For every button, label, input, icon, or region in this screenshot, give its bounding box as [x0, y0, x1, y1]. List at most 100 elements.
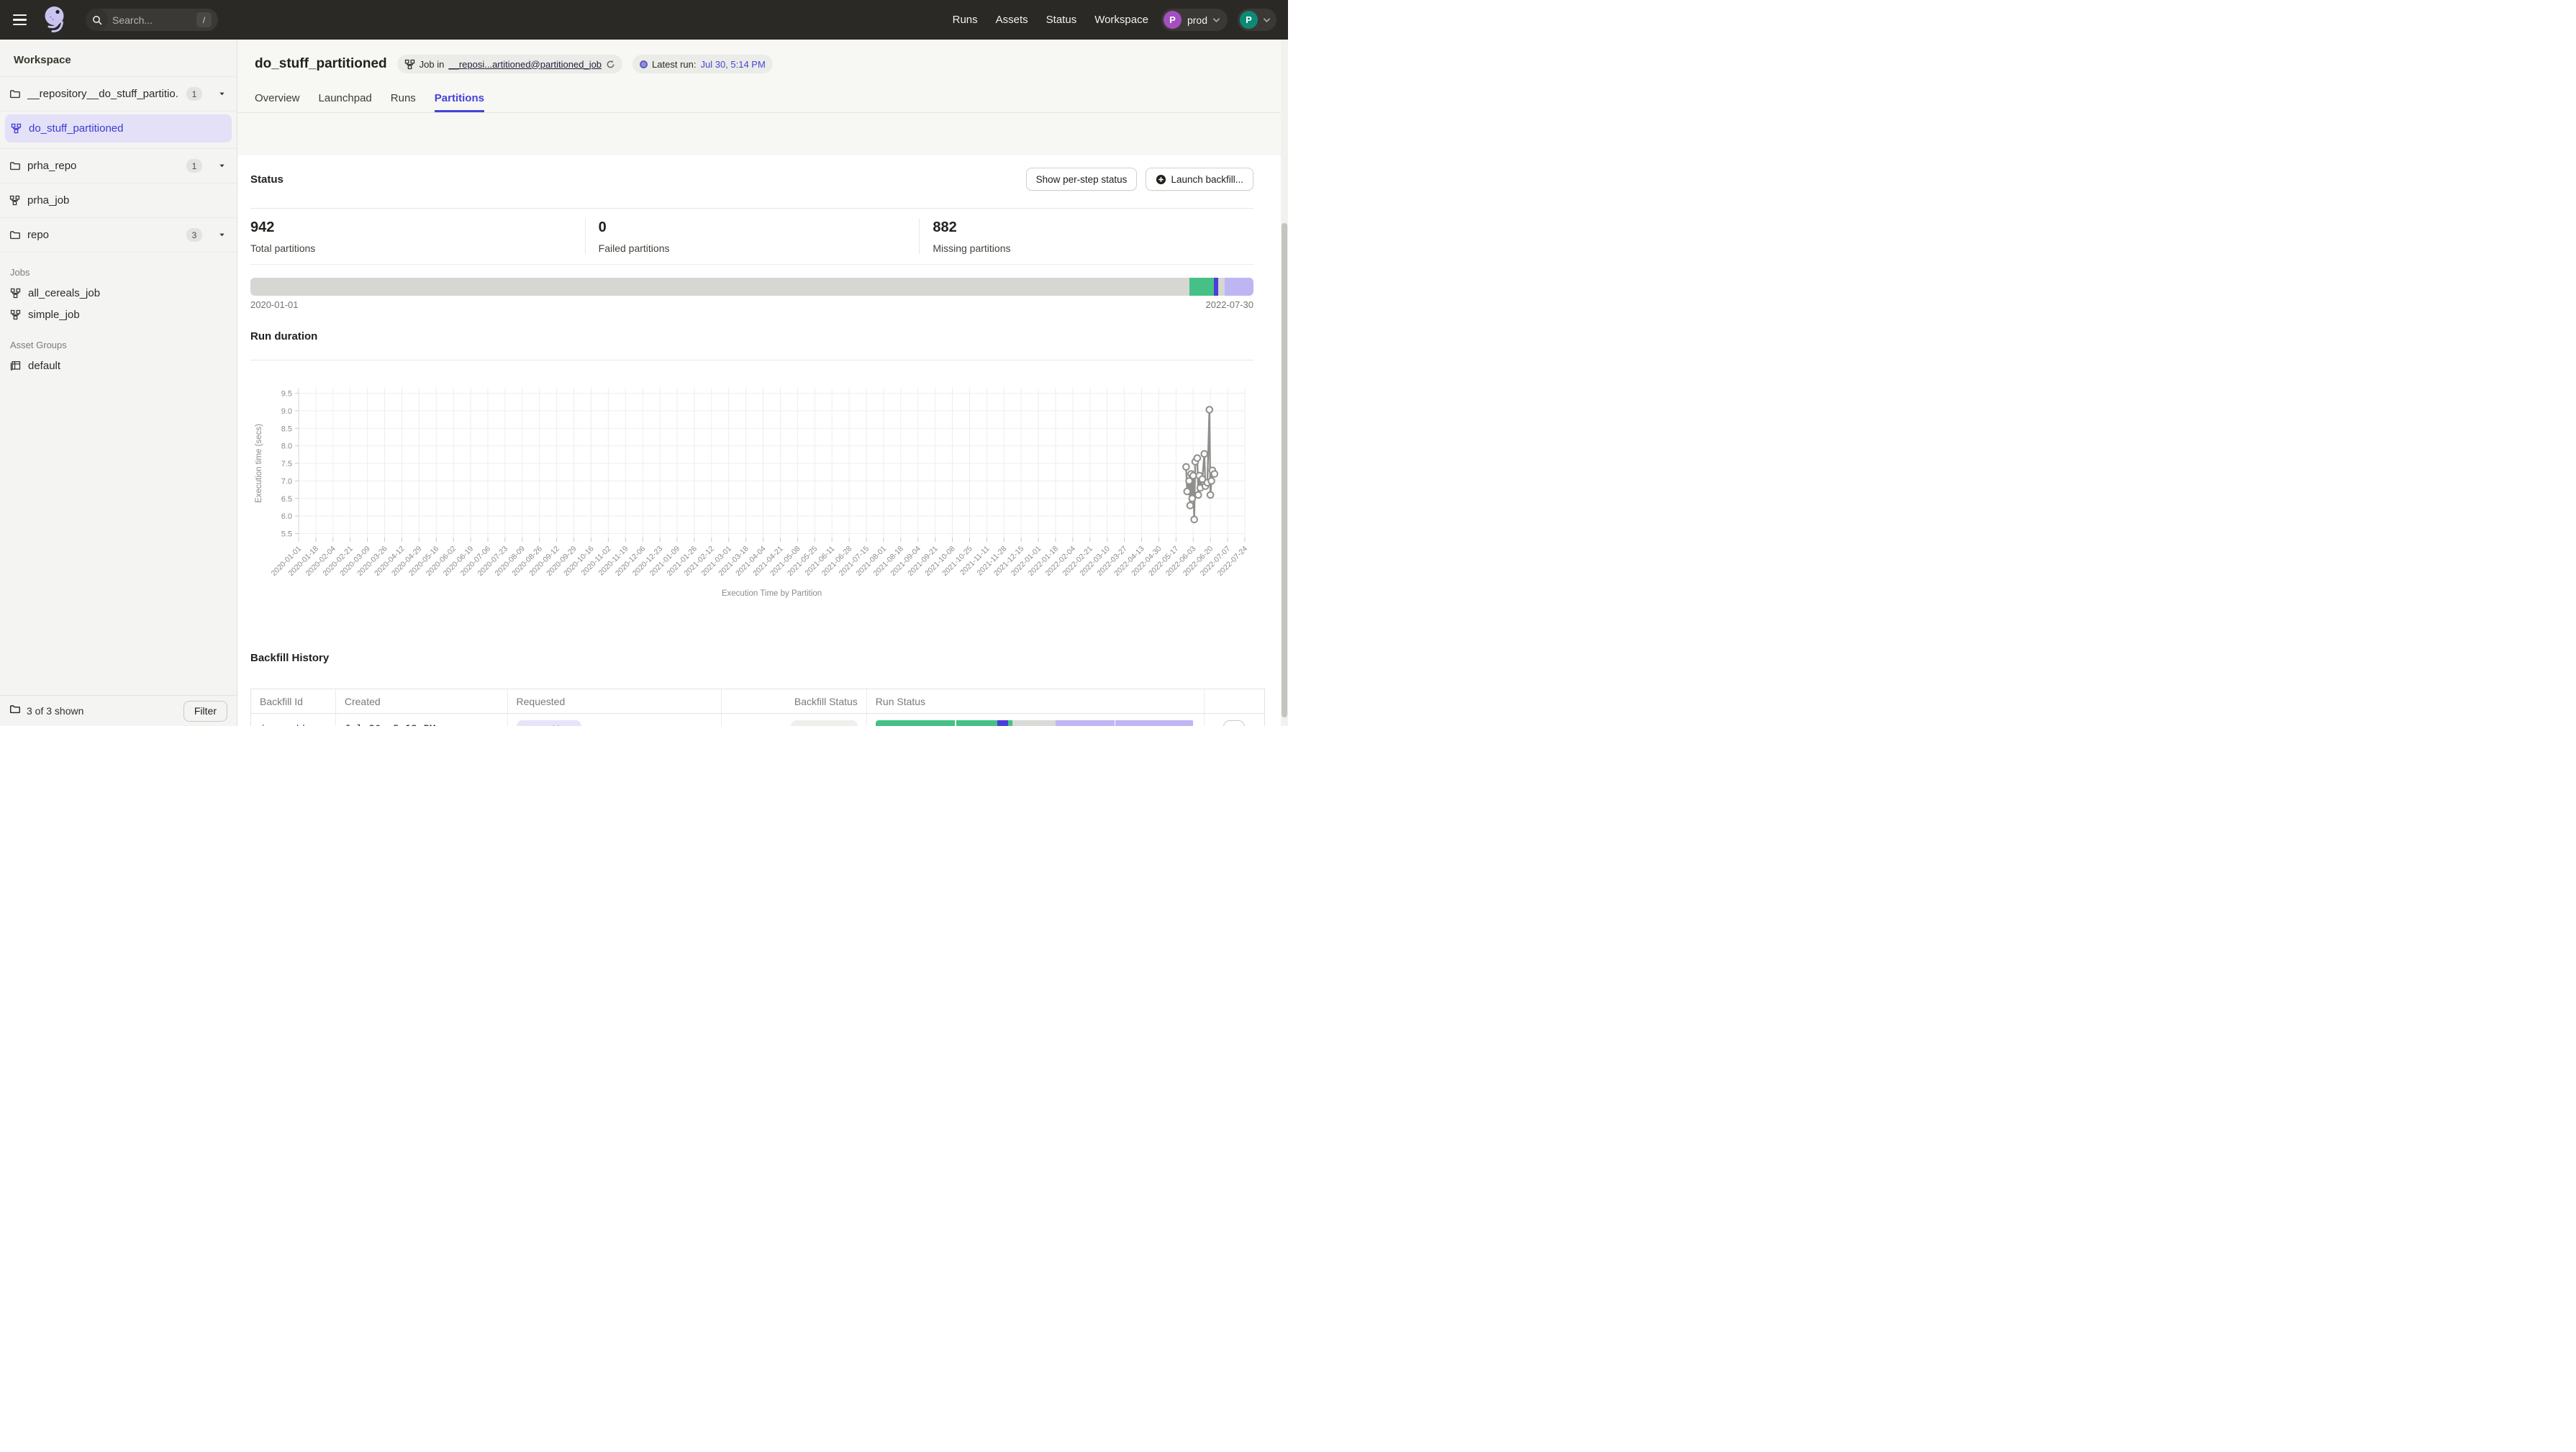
repository-link[interactable]: __reposi...artitioned@partitioned_job [448, 59, 602, 70]
partition-bar-segment [1056, 720, 1115, 726]
backfill-history-table: Backfill IdCreatedRequestedBackfill Stat… [250, 689, 1265, 726]
sidebar-item-all-cereals-job[interactable]: all_cereals_job [0, 282, 237, 304]
sidebar-heading: Workspace [0, 40, 237, 76]
sidebar-section-jobs: Jobs all_cereals_job simple_job [0, 264, 237, 325]
y-tick-label: 7.5 [281, 460, 292, 468]
top-nav-link-assets[interactable]: Assets [996, 14, 1028, 26]
hamburger-menu-icon[interactable] [8, 8, 32, 32]
sidebar-item-default[interactable]: default [0, 355, 237, 376]
y-tick-label: 5.5 [281, 530, 292, 539]
sidebar-section-heading: Jobs [0, 264, 237, 282]
requested-partitions-chip[interactable]: 60 partitions [517, 720, 582, 726]
main-panel: do_stuff_partitioned Job in __reposi...a… [237, 40, 1288, 726]
chevron-down-icon [1263, 17, 1271, 23]
sidebar-item-prha-repo[interactable]: prha_repo1 [0, 149, 237, 183]
backfill-table-row: jozrgsbhJul 30, 5:12 PM60 partitions2020… [251, 714, 1264, 726]
show-per-step-status-button[interactable]: Show per-step status [1026, 168, 1138, 191]
global-search[interactable]: / [86, 9, 218, 31]
backfill-created-time: Jul 30, 5:12 PM [345, 724, 435, 726]
filter-button[interactable]: Filter [183, 701, 227, 722]
repos-shown-count: 3 of 3 shown [27, 705, 83, 717]
data-point-marker [1212, 471, 1218, 477]
page-scrollbar[interactable] [1281, 40, 1288, 726]
job-tabs: Overview Launchpad Runs Partitions [237, 83, 1288, 112]
sidebar-item-label: repo [27, 229, 49, 241]
scrollbar-thumb[interactable] [1282, 223, 1287, 717]
y-tick-label: 8.5 [281, 425, 292, 433]
caret-down-icon[interactable] [218, 162, 226, 170]
range-end-date: 2022-07-30 [1206, 299, 1254, 310]
row-actions-button[interactable] [1223, 720, 1245, 726]
folder-icon [9, 704, 20, 718]
job-icon [11, 123, 22, 134]
partitions-content: Status Show per-step status Launch backf… [237, 155, 1288, 726]
column-header-backfill-id: Backfill Id [251, 689, 336, 713]
latest-run-link[interactable]: Jul 30, 5:14 PM [700, 59, 765, 70]
sidebar-item-repo[interactable]: repo 3 [0, 218, 237, 253]
table-body: jozrgsbhJul 30, 5:12 PM60 partitions2020… [251, 714, 1264, 726]
deployment-avatar: P [1164, 11, 1182, 29]
launch-backfill-button[interactable]: Launch backfill... [1146, 168, 1253, 191]
sidebar-item-label: simple_job [28, 309, 80, 321]
run-duration-chart: 2020-01-012020-01-182020-02-042020-02-21… [250, 379, 1253, 606]
latest-run-chip: Latest run: Jul 30, 5:14 PM [632, 55, 773, 73]
chevron-down-icon [1212, 17, 1220, 23]
repository-list: __repository__do_stuff_partitio...1 do_st… [0, 76, 237, 253]
stat-total-partitions: 942Total partitions [250, 219, 585, 254]
top-nav-link-status[interactable]: Status [1046, 14, 1077, 26]
sidebar-item-label: all_cereals_job [28, 287, 100, 299]
y-tick-label: 8.0 [281, 443, 292, 451]
sidebar-item-label: do_stuff_partitioned [29, 122, 124, 135]
top-nav-link-workspace[interactable]: Workspace [1094, 14, 1148, 26]
data-point-marker [1184, 489, 1191, 495]
sidebar-item-prha-job[interactable]: prha_job [0, 183, 237, 218]
tabs-divider [237, 112, 1288, 113]
partition-bar-segment [997, 720, 1008, 726]
column-header-run-status: Run Status [867, 689, 1205, 713]
run-status-bar[interactable] [876, 720, 1194, 726]
top-nav-links: Runs Assets Status Workspace [953, 14, 1148, 26]
tab-overview[interactable]: Overview [255, 83, 300, 112]
y-tick-label: 7.0 [281, 477, 292, 486]
sidebar-sections: Jobs all_cereals_job simple_job Asset Group… [0, 264, 237, 376]
data-point-marker [1208, 478, 1215, 484]
data-point-marker [1207, 492, 1214, 499]
stat-missing-partitions: 882Missing partitions [919, 219, 1253, 254]
sidebar-section-asset-groups: Asset Groupsdefault [0, 337, 237, 376]
user-menu[interactable]: P [1238, 9, 1276, 31]
sidebar-item--repository-do-stuff-partitio-[interactable]: __repository__do_stuff_partitio...1 [0, 77, 237, 112]
top-nav-link-runs[interactable]: Runs [953, 14, 978, 26]
tab-partitions[interactable]: Partitions [435, 83, 484, 112]
job-count-badge: 1 [186, 159, 202, 173]
refresh-icon[interactable] [606, 60, 615, 69]
sidebar-item-simple-job[interactable]: simple_job [0, 304, 237, 325]
caret-down-icon[interactable] [218, 90, 226, 98]
sidebar-item-label: default [28, 360, 60, 372]
sidebar-item-label: prha_job [27, 194, 69, 207]
partition-bar-segment [1225, 278, 1253, 296]
tab-launchpad[interactable]: Launchpad [319, 83, 372, 112]
caret-down-icon[interactable] [218, 231, 226, 239]
column-header-created: Created [336, 689, 508, 713]
partition-bar-segment [1189, 278, 1214, 296]
dagster-logo-icon[interactable] [42, 5, 69, 35]
search-input[interactable] [112, 14, 184, 26]
job-icon [404, 59, 415, 70]
sidebar-item-do-stuff-partitioned[interactable]: do_stuff_partitioned [0, 114, 237, 149]
stat-value: 942 [250, 219, 571, 236]
job-icon [9, 195, 20, 206]
backfill-id-link[interactable]: jozrgsbh [260, 724, 308, 726]
search-icon [86, 9, 108, 31]
folder-icon [9, 230, 20, 240]
data-point-marker [1194, 455, 1201, 461]
partition-stats: 942Total partitions0Failed partitions882… [250, 208, 1253, 265]
partition-status-bar[interactable] [250, 278, 1253, 296]
data-point-marker [1183, 464, 1189, 471]
backfill-history-heading: Backfill History [250, 652, 1253, 664]
tab-runs[interactable]: Runs [391, 83, 416, 112]
data-point-marker [1191, 517, 1197, 523]
deployment-switcher[interactable]: P prod [1161, 9, 1228, 31]
job-icon [10, 288, 21, 299]
job-count-badge: 3 [186, 228, 202, 242]
partition-bar-segment [1012, 720, 1056, 726]
